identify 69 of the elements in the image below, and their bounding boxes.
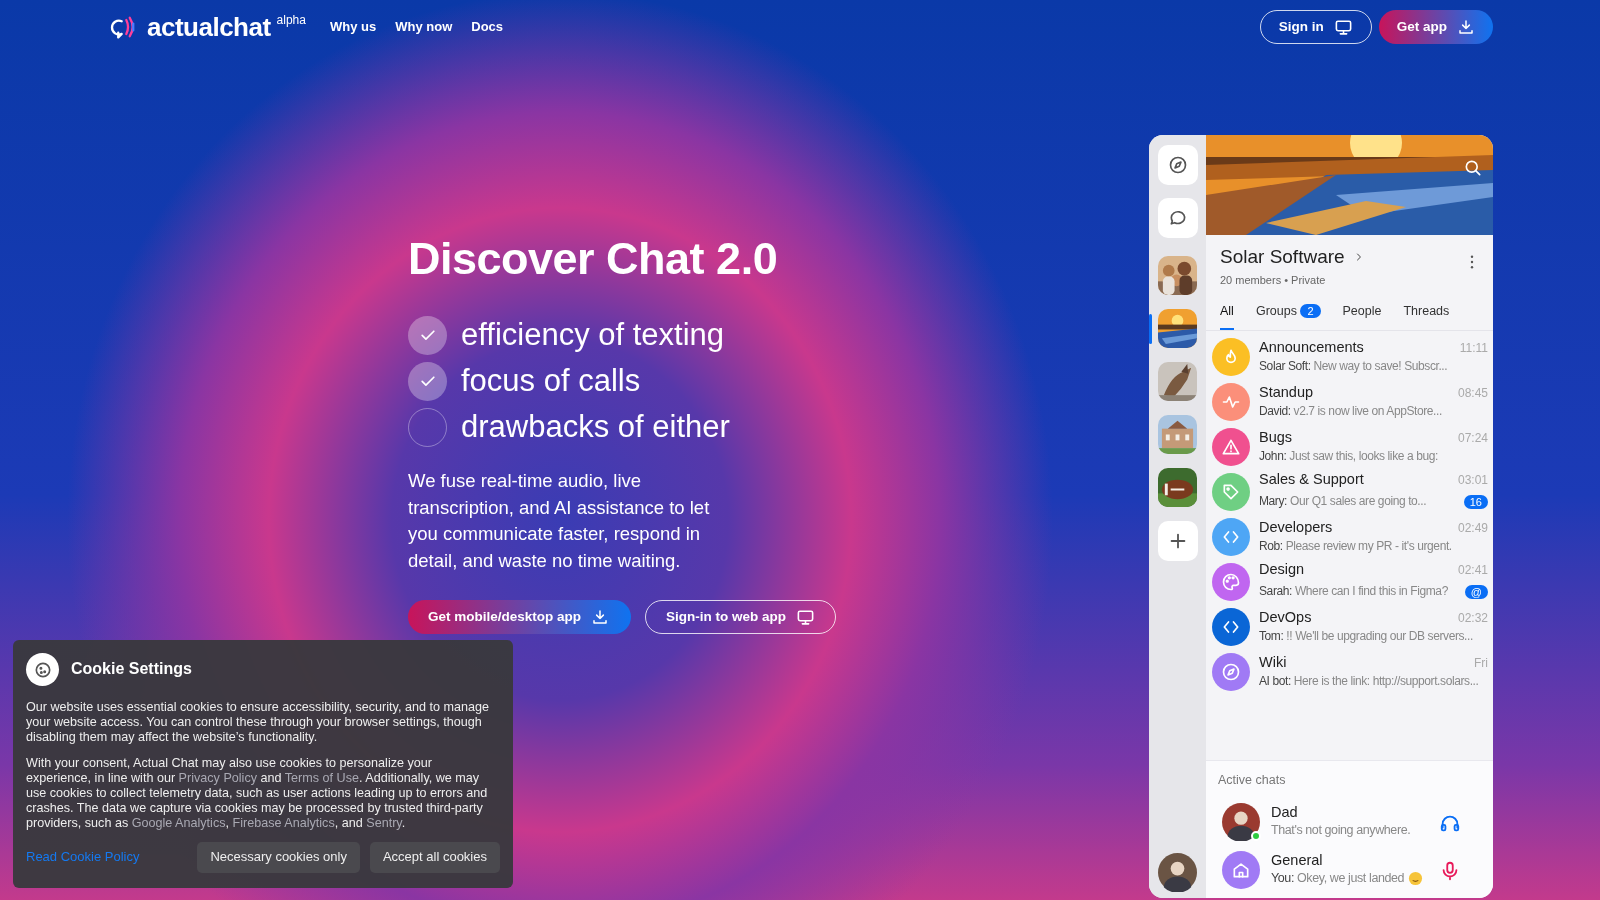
policy-link[interactable]: Firebase Analytics	[232, 815, 335, 830]
chat-time: 02:32	[1457, 610, 1488, 628]
version-tag: alpha	[276, 11, 306, 29]
chat-time: 11:11	[1459, 340, 1488, 358]
cookie-text: Our website uses essential cookies to ensure accessibility, security, and to manage your website access. You can control these through your browser settings, though disabling them may affect the website’s functionality.	[26, 700, 490, 745]
tab[interactable]: All	[1220, 298, 1234, 330]
feature-text: focus of calls	[461, 361, 641, 400]
section-title: Active chats	[1218, 772, 1287, 789]
count-badge: 2	[1300, 304, 1321, 318]
chat-name[interactable]: Developers	[1259, 519, 1333, 538]
cookie-icon	[26, 653, 59, 686]
monitor-icon	[1333, 17, 1353, 37]
hero-title: Discover Chat 2.0	[408, 232, 779, 286]
nav-link[interactable]: Docs	[471, 17, 504, 37]
nav-link[interactable]: Why us	[330, 17, 377, 37]
brand-name[interactable]: actualchat	[147, 7, 271, 47]
chat-time: 02:41	[1457, 562, 1488, 580]
chat-name[interactable]: General	[1271, 851, 1424, 869]
chat-name[interactable]: Dad	[1271, 803, 1411, 821]
message-preview: John: Just saw this, looks like a bug:	[1259, 448, 1438, 466]
message-preview: That's not going anywhere.	[1271, 821, 1411, 839]
policy-link[interactable]: Privacy Policy	[178, 771, 257, 786]
feature-text: drawbacks of either	[461, 407, 730, 446]
download-icon	[1457, 18, 1475, 36]
monitor-icon	[796, 607, 816, 627]
message-preview: Rob: Please review my PR - it's urgent.	[1259, 538, 1452, 556]
chat-name[interactable]: Sales & Support	[1259, 471, 1364, 490]
message-preview: Mary: Our Q1 sales are going to...	[1259, 493, 1427, 511]
chat-name[interactable]: Wiki	[1259, 654, 1287, 673]
message-preview: Solar Soft: New way to save! Subscr...	[1259, 358, 1448, 376]
message-preview: Sarah: Where can I find this in Figma?	[1259, 583, 1448, 601]
tab[interactable]: Threads	[1403, 298, 1450, 330]
chat-name[interactable]: Design	[1259, 561, 1305, 580]
get-app-button[interactable]: Get app	[1378, 10, 1493, 44]
get-app-button[interactable]: Get mobile/desktop app	[408, 600, 632, 634]
avatar-icon	[1158, 853, 1197, 892]
hero-description: We fuse real-time audio, live transcription, and AI assistance to let you communicate faster, respond in detail, and waste no time waiting.	[408, 469, 711, 573]
policy-link[interactable]: Google Analytics	[131, 815, 226, 830]
chat-title[interactable]: Solar Software	[1220, 243, 1345, 272]
policy-link[interactable]: Terms of Use	[284, 771, 359, 786]
chat-name[interactable]: Bugs	[1259, 429, 1293, 448]
tab[interactable]: Groups 2	[1255, 298, 1321, 330]
message-preview: David: v2.7 is now live on AppStore...	[1259, 403, 1442, 421]
chat-icon[interactable]	[1157, 198, 1198, 238]
nav-link[interactable]: Why now	[395, 17, 453, 37]
tab[interactable]: People	[1342, 298, 1382, 330]
mention-badge: @	[1464, 585, 1488, 600]
chat-name[interactable]: Announcements	[1259, 339, 1364, 358]
chat-time: 03:01	[1457, 472, 1488, 490]
chat-name[interactable]: DevOps	[1259, 609, 1312, 628]
cookie-button[interactable]: Necessary cookies only	[197, 842, 360, 874]
message-preview: AI bot: Here is the link: http://support.solars...	[1259, 673, 1479, 691]
policy-link[interactable]: Sentry	[366, 815, 402, 830]
compass-icon[interactable]	[1157, 145, 1198, 185]
chat-time: 02:49	[1457, 520, 1488, 538]
chat-name[interactable]: Standup	[1259, 384, 1314, 403]
dialog-title: Cookie Settings	[71, 662, 192, 677]
chat-subtitle: 20 members • Private	[1220, 272, 1327, 288]
chat-time: Fri	[1474, 655, 1488, 673]
chat-time: 08:45	[1457, 385, 1488, 403]
message-preview: You: Okey, we just landed	[1271, 869, 1405, 887]
cookie-button[interactable]: Accept all cookies	[369, 842, 500, 874]
cookie-text: With your consent, Actual Chat may also use cookies to personalize your experience, in line with our Privacy Policy and Terms of Use. Additionally, we may use cookies to collect telemetry data, such as user actions leading up to errors and crashes. The data we capture via cookies may be processed by trusted third-party providers, such as Google Analytics, Firebase Analytics, and Sentry.	[26, 756, 489, 831]
chat-time: 07:24	[1457, 430, 1488, 448]
unread-badge: 16	[1463, 495, 1488, 510]
feature-text: efficiency of texting	[461, 315, 725, 354]
add-icon[interactable]	[1157, 521, 1198, 561]
download-icon	[591, 608, 610, 626]
message-preview: Tom: !! We'll be upgrading our DB servers...	[1259, 628, 1473, 646]
